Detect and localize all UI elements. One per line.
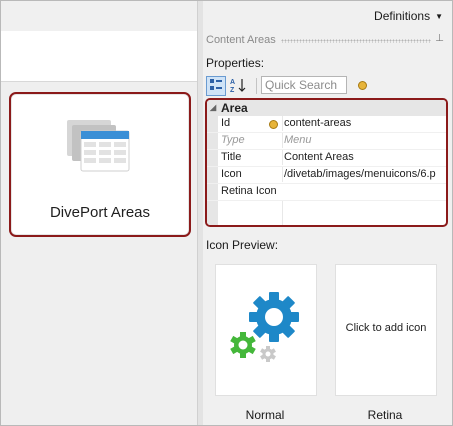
categorized-icon <box>210 79 222 90</box>
definitions-menu[interactable]: Definitions ▼ <box>374 9 443 23</box>
row-gutter <box>207 150 218 166</box>
table-grid-icon <box>67 120 130 172</box>
property-name: Icon <box>221 168 242 180</box>
row-gutter <box>207 184 218 200</box>
property-grid-empty-area <box>207 201 446 225</box>
panel-drag-handle[interactable] <box>281 39 431 43</box>
pane-header-strip <box>1 31 197 82</box>
areas-pane: DivePort Areas <box>1 31 197 425</box>
normal-caption: Normal <box>245 408 285 422</box>
row-gutter <box>207 133 218 149</box>
property-value[interactable]: content-areas <box>282 116 444 131</box>
property-name: Retina Icon <box>221 185 277 197</box>
sort-az-icon: A Z <box>230 79 246 94</box>
bound-value-icon <box>269 120 278 129</box>
column-divider <box>282 201 283 225</box>
property-row-id[interactable]: Id content-areas <box>207 116 446 133</box>
toolbar-separator <box>256 78 257 94</box>
svg-text:Z: Z <box>230 87 235 93</box>
diveport-areas-tile[interactable]: DivePort Areas <box>9 92 191 237</box>
property-row-retina-icon[interactable]: Retina Icon <box>207 184 446 201</box>
definitions-label: Definitions <box>374 9 431 23</box>
property-value: Menu <box>282 133 444 148</box>
row-gutter <box>207 201 218 225</box>
tile-label: DivePort Areas <box>49 204 151 221</box>
category-row-area[interactable]: ◢ Area <box>207 100 446 116</box>
alphabetical-view-button[interactable]: A Z <box>228 76 248 96</box>
row-gutter <box>207 167 218 183</box>
quick-search-input[interactable] <box>261 76 347 94</box>
property-name: Type <box>221 134 245 146</box>
gears-icon <box>230 292 299 362</box>
pin-icon[interactable]: ⊥ <box>435 33 444 44</box>
panel-title: Content Areas <box>206 34 276 46</box>
svg-text:A: A <box>230 79 235 86</box>
property-value[interactable]: /divetab/images/menuicons/6.p <box>282 167 444 182</box>
property-pages-icon[interactable] <box>358 81 367 90</box>
click-to-add-icon-text[interactable]: Click to add icon <box>336 322 436 334</box>
collapse-toggle-icon[interactable]: ◢ <box>210 100 216 116</box>
top-bar: Definitions ▼ <box>1 1 452 31</box>
property-name: Title <box>221 151 242 163</box>
properties-label: Properties: <box>206 56 265 70</box>
row-gutter <box>207 116 218 132</box>
normal-icon-preview[interactable] <box>215 264 317 396</box>
properties-toolbar: A Z <box>206 76 446 96</box>
retina-icon-preview[interactable]: Click to add icon <box>335 264 437 396</box>
property-grid: ◢ Area Id content-areas Type Menu Title … <box>205 98 448 227</box>
property-row-type[interactable]: Type Menu <box>207 133 446 150</box>
categorized-view-button[interactable] <box>206 76 226 96</box>
properties-panel: Content Areas ⊥ Properties: A Z Quick Se… <box>203 31 452 425</box>
dropdown-caret-icon: ▼ <box>435 12 443 21</box>
property-row-title[interactable]: Title Content Areas <box>207 150 446 167</box>
property-value[interactable]: Content Areas <box>282 150 444 165</box>
category-label: Area <box>221 101 248 115</box>
property-row-icon[interactable]: Icon /divetab/images/menuicons/6.p <box>207 167 446 184</box>
app-window: Definitions ▼ DivePort Areas Content Are… <box>0 0 453 426</box>
retina-caption: Retina <box>367 408 403 422</box>
icon-preview-label: Icon Preview: <box>206 238 279 252</box>
